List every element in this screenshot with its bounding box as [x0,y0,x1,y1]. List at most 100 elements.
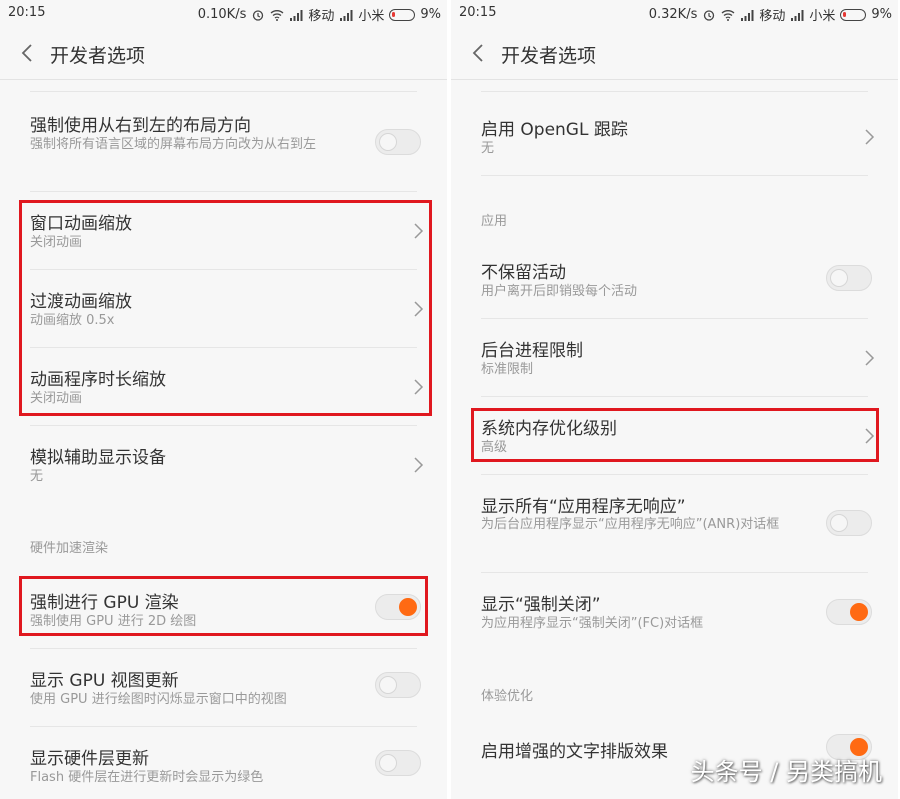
wifi-icon [270,9,284,21]
setting-simulate-secondary-display[interactable]: 模拟辅助显示设备 无 [0,426,447,504]
setting-subtitle: 无 [30,469,44,484]
setting-title: 强制进行 GPU 渲染 [30,593,179,613]
setting-subtitle: 使用 GPU 进行绘图时闪烁显示窗口中的视图 [30,692,287,707]
setting-window-animation-scale[interactable]: 窗口动画缩放 关闭动画 [0,192,447,270]
setting-dont-keep-activities[interactable]: 不保留活动 用户离开后即销毁每个活动 [451,241,898,319]
setting-title: 过渡动画缩放 [30,292,132,312]
section-header-hw-rendering: 硬件加速渲染 [30,541,109,556]
setting-show-hw-layer-updates[interactable]: 显示硬件层更新 Flash 硬件层在进行更新时会显示为绿色 [0,727,447,799]
setting-title: 启用 OpenGL 跟踪 [481,120,628,140]
carrier-2: 小米 [809,9,836,24]
show-force-close-toggle[interactable] [826,599,872,625]
setting-force-gpu-rendering[interactable]: 强制进行 GPU 渲染 强制使用 GPU 进行 2D 绘图 [0,571,447,649]
setting-title: 系统内存优化级别 [481,419,617,439]
setting-subtitle: 关闭动画 [30,391,83,406]
title-bar: 开发者选项 [451,26,898,80]
chevron-right-icon [865,350,875,366]
setting-subtitle: 关闭动画 [30,235,83,250]
carrier-1: 移动 [308,9,335,24]
setting-show-gpu-view-updates[interactable]: 显示 GPU 视图更新 使用 GPU 进行绘图时闪烁显示窗口中的视图 [0,649,447,727]
setting-animator-duration-scale[interactable]: 动画程序时长缩放 关闭动画 [0,348,447,426]
status-right-group: 0.10K/s 移动 小米 9% [198,5,441,24]
page-title: 开发者选项 [501,45,597,67]
alarm-icon [253,9,264,21]
setting-title: 不保留活动 [481,263,566,283]
setting-transition-animation-scale[interactable]: 过渡动画缩放 动画缩放 0.5x [0,270,447,348]
setting-subtitle: 无 [481,141,495,156]
network-speed: 0.32K/s [648,7,698,22]
dont-keep-activities-toggle[interactable] [826,265,872,291]
hw-layer-updates-toggle[interactable] [375,750,421,776]
setting-subtitle: 用户离开后即销毁每个活动 [481,284,638,299]
setting-title: 显示所有“应用程序无响应” [481,497,686,517]
left-phone-screen: 20:15 0.10K/s 移动 小米 9% 开发者选项 强制使用从右到左的布局… [0,0,447,799]
setting-title: 后台进程限制 [481,341,583,361]
status-bar: 20:15 0.10K/s 移动 小米 9% [0,0,447,26]
setting-title: 显示“强制关闭” [481,595,601,615]
divider [481,175,868,176]
setting-title: 显示 GPU 视图更新 [30,671,179,691]
signal-icon [741,9,754,21]
toggle-knob [830,269,848,287]
signal-icon [290,9,303,21]
status-time: 20:15 [8,5,46,20]
chevron-right-icon [414,457,424,473]
setting-show-all-anrs[interactable]: 显示所有“应用程序无响应” 为后台应用程序显示“应用程序无响应”(ANR)对话框 [451,475,898,573]
settings-list: 启用 OpenGL 跟踪 无 应用 不保留活动 用户离开后即销毁每个活动 后台进… [451,81,898,799]
signal-icon-2 [340,9,353,21]
rtl-layout-toggle[interactable] [375,129,421,155]
settings-list: 强制使用从右到左的布局方向 强制将所有语言区域的屏幕布局方向改为从右到左 窗口动… [0,81,447,799]
chevron-right-icon [865,428,875,444]
gpu-view-updates-toggle[interactable] [375,672,421,698]
back-arrow-icon[interactable] [469,42,489,64]
carrier-1: 移动 [759,9,786,24]
setting-subtitle: 强制使用 GPU 进行 2D 绘图 [30,614,197,629]
setting-title: 动画程序时长缩放 [30,370,166,390]
toggle-knob [850,603,868,621]
carrier-2: 小米 [358,9,385,24]
setting-title: 模拟辅助显示设备 [30,448,166,468]
battery-icon [389,8,416,21]
section-header-experience: 体验优化 [481,689,534,704]
setting-show-force-close[interactable]: 显示“强制关闭” 为应用程序显示“强制关闭”(FC)对话框 [451,573,898,651]
divider [481,91,868,92]
signal-icon-2 [791,9,804,21]
page-title: 开发者选项 [50,45,146,67]
status-time: 20:15 [459,5,497,20]
setting-title: 强制使用从右到左的布局方向 [30,116,251,136]
setting-background-process-limit[interactable]: 后台进程限制 标准限制 [451,319,898,397]
setting-subtitle: 强制将所有语言区域的屏幕布局方向改为从右到左 [30,137,317,152]
setting-title: 启用增强的文字排版效果 [481,742,668,762]
setting-enable-opengl-trace[interactable]: 启用 OpenGL 跟踪 无 [451,98,898,176]
setting-subtitle: 标准限制 [481,362,534,377]
battery-icon [840,8,867,21]
toggle-knob [399,598,417,616]
setting-subtitle: Flash 硬件层在进行更新时会显示为绿色 [30,770,264,785]
setting-subtitle: 为后台应用程序显示“应用程序无响应”(ANR)对话框 [481,517,780,532]
setting-subtitle: 动画缩放 0.5x [30,313,115,328]
right-phone-screen: 20:15 0.32K/s 移动 小米 9% 开发者选项 启用 OpenGL 跟… [451,0,898,799]
section-header-apps: 应用 [481,214,508,229]
show-all-anrs-toggle[interactable] [826,510,872,536]
toggle-knob [830,514,848,532]
setting-subtitle: 为应用程序显示“强制关闭”(FC)对话框 [481,616,704,631]
battery-level: 9% [871,7,892,22]
force-gpu-toggle[interactable] [375,594,421,620]
setting-subtitle: 高级 [481,440,508,455]
battery-level: 9% [420,7,441,22]
wifi-icon [721,9,735,21]
chevron-right-icon [414,223,424,239]
status-bar: 20:15 0.32K/s 移动 小米 9% [451,0,898,26]
setting-memory-optimization-level[interactable]: 系统内存优化级别 高级 [451,397,898,475]
toggle-knob [379,133,397,151]
network-speed: 0.10K/s [197,7,247,22]
toggle-knob [379,754,397,772]
title-bar: 开发者选项 [0,26,447,80]
alarm-icon [704,9,715,21]
divider [30,91,417,92]
back-arrow-icon[interactable] [18,42,38,64]
setting-rtl-layout[interactable]: 强制使用从右到左的布局方向 强制将所有语言区域的屏幕布局方向改为从右到左 [0,93,447,192]
chevron-right-icon [414,379,424,395]
setting-title: 窗口动画缩放 [30,214,132,234]
status-right-group: 0.32K/s 移动 小米 9% [649,5,892,24]
